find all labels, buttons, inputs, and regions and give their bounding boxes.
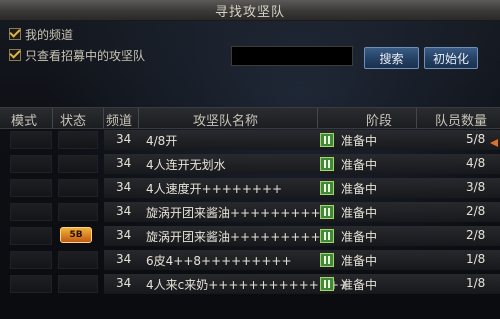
channel-cell: 34 <box>116 204 132 218</box>
recruiting-only-label: 只查看招募中的攻坚队 <box>25 48 146 63</box>
scroll-marker-icon[interactable] <box>490 139 498 147</box>
mode-cell <box>10 203 52 221</box>
team-name-cell: 6皮4++8+++++++++ <box>146 254 292 268</box>
my-channel-checkbox[interactable] <box>9 28 21 40</box>
col-header-stage[interactable]: 阶段 <box>366 110 392 129</box>
stage-cell: 准备中 <box>341 230 378 244</box>
pause-icon <box>320 181 334 195</box>
col-header-channel[interactable]: 频道 <box>106 110 132 129</box>
pause-icon <box>320 253 334 267</box>
stage-cell: 准备中 <box>341 134 378 148</box>
channel-cell: 34 <box>116 180 132 194</box>
team-name-cell: 4人速度开++++++++ <box>146 182 283 196</box>
pause-icon <box>320 133 334 147</box>
members-cell: 5/8 <box>466 132 486 146</box>
members-cell: 1/8 <box>466 276 486 290</box>
channel-cell: 34 <box>116 276 132 290</box>
team-name-cell: 4人来c来奶++++++++++++++ <box>146 278 349 292</box>
team-name-cell: 旋涡开团来酱油++++++++++ <box>146 230 331 244</box>
status-cell <box>58 251 98 269</box>
stage-cell: 准备中 <box>341 206 378 220</box>
channel-cell: 34 <box>116 156 132 170</box>
table-header: 模式 状态 频道 攻坚队名称 阶段 队员数量 <box>0 107 500 129</box>
channel-cell: 34 <box>116 228 132 242</box>
stage-cell: 准备中 <box>341 182 378 196</box>
mode-cell <box>10 155 52 173</box>
find-raid-team-window: 寻找攻坚队 我的频道 只查看招募中的攻坚队 搜索 初始化 模式 状态 频道 攻坚… <box>0 0 500 319</box>
pause-icon <box>320 205 334 219</box>
members-cell: 2/8 <box>466 204 486 218</box>
recruiting-badge-icon: 5B <box>60 227 92 243</box>
my-channel-label: 我的频道 <box>25 27 74 42</box>
team-row[interactable]: 34 4人来c来奶++++++++++++++ 准备中 1/8 <box>0 272 500 296</box>
recruiting-only-filter[interactable]: 只查看招募中的攻坚队 <box>9 46 145 64</box>
col-header-mode[interactable]: 模式 <box>11 110 37 129</box>
stage-cell: 准备中 <box>341 278 378 292</box>
pause-icon <box>320 229 334 243</box>
status-cell <box>58 203 98 221</box>
team-row[interactable]: 5B 34 旋涡开团来酱油++++++++++ 准备中 2/8 <box>0 224 500 248</box>
members-cell: 1/8 <box>466 252 486 266</box>
mode-cell <box>10 179 52 197</box>
mode-cell <box>10 227 52 245</box>
team-row[interactable]: 34 4人连开无划水 准备中 4/8 <box>0 152 500 176</box>
window-title: 寻找攻坚队 <box>214 5 285 20</box>
members-cell: 2/8 <box>466 228 486 242</box>
members-cell: 3/8 <box>466 180 486 194</box>
status-cell <box>58 155 98 173</box>
status-cell <box>58 179 98 197</box>
col-header-team-name[interactable]: 攻坚队名称 <box>193 110 258 129</box>
channel-cell: 34 <box>116 252 132 266</box>
search-button[interactable]: 搜索 <box>364 47 419 69</box>
title-bar[interactable]: 寻找攻坚队 <box>0 0 500 21</box>
team-name-cell: 旋涡开团来酱油++++++++++ <box>146 206 331 220</box>
status-cell <box>58 275 98 293</box>
mode-cell <box>10 275 52 293</box>
team-row[interactable]: 34 旋涡开团来酱油++++++++++ 准备中 2/8 <box>0 200 500 224</box>
stage-cell: 准备中 <box>341 158 378 172</box>
mode-cell <box>10 131 52 149</box>
stage-cell: 准备中 <box>341 254 378 268</box>
pause-icon <box>320 277 334 291</box>
team-row[interactable]: 34 4/8开 准备中 5/8 <box>0 128 500 152</box>
team-row[interactable]: 34 6皮4++8+++++++++ 准备中 1/8 <box>0 248 500 272</box>
status-cell <box>58 131 98 149</box>
col-header-status[interactable]: 状态 <box>60 110 86 129</box>
members-cell: 4/8 <box>466 156 486 170</box>
recruiting-only-checkbox[interactable] <box>9 49 21 61</box>
channel-cell: 34 <box>116 132 132 146</box>
col-header-members[interactable]: 队员数量 <box>435 110 487 129</box>
mode-cell <box>10 251 52 269</box>
team-name-cell: 4/8开 <box>146 134 178 148</box>
team-row[interactable]: 34 4人速度开++++++++ 准备中 3/8 <box>0 176 500 200</box>
pause-icon <box>320 157 334 171</box>
search-input[interactable] <box>231 46 353 66</box>
my-channel-filter[interactable]: 我的频道 <box>9 25 73 43</box>
reset-button[interactable]: 初始化 <box>424 47 478 69</box>
team-name-cell: 4人连开无划水 <box>146 158 226 172</box>
